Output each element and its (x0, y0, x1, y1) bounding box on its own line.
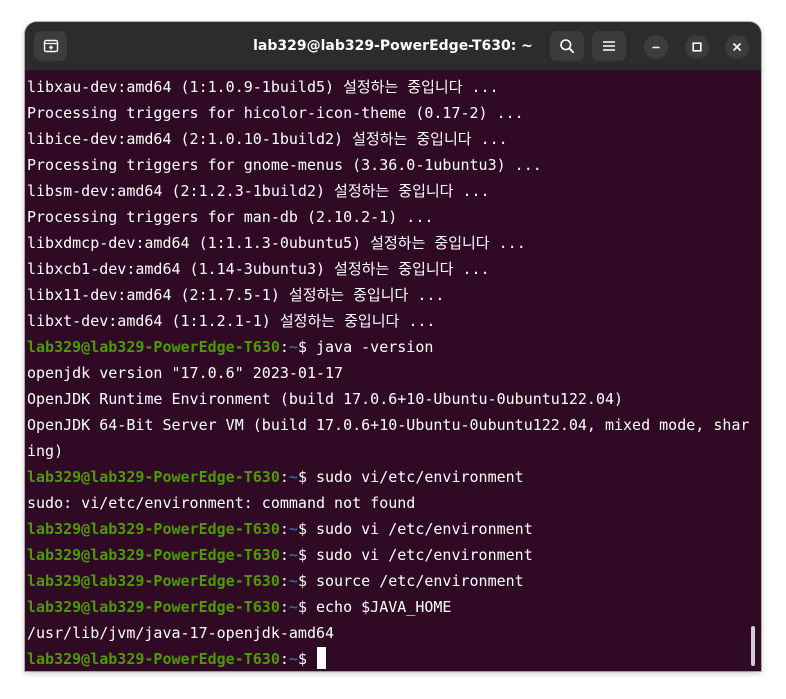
prompt-line: lab329@lab329-PowerEdge-T630:~$ sudo vi … (27, 542, 761, 568)
title-bar: lab329@lab329-PowerEdge-T630: ~ (25, 22, 761, 71)
output-line: Processing triggers for gnome-menus (3.3… (27, 152, 761, 178)
prompt-path: ~ (288, 546, 298, 564)
prompt-separator: : (279, 468, 289, 486)
maximize-icon (692, 42, 702, 52)
prompt-line: lab329@lab329-PowerEdge-T630:~$ sudo vi … (27, 516, 761, 542)
search-button[interactable] (550, 31, 584, 61)
minimize-button[interactable] (644, 35, 668, 59)
text-cursor (317, 647, 326, 669)
prompt-symbol: $ (297, 546, 307, 564)
output-line: OpenJDK Runtime Environment (build 17.0.… (27, 386, 761, 412)
output-line: libx11-dev:amd64 (2:1.7.5-1) 설정하는 중입니다 .… (27, 282, 761, 308)
output-line: ing) (27, 438, 761, 464)
prompt-path: ~ (288, 520, 298, 538)
output-text: libxdmcp-dev:amd64 (1:1.1.3-0ubuntu5) 설정… (27, 234, 526, 252)
output-line: OpenJDK 64-Bit Server VM (build 17.0.6+1… (27, 412, 761, 438)
prompt-user-host: lab329@lab329-PowerEdge-T630 (27, 546, 280, 564)
output-text: Processing triggers for gnome-menus (3.3… (27, 156, 542, 174)
prompt-separator: : (279, 338, 289, 356)
output-text: libxt-dev:amd64 (1:1.2.1-1) 설정하는 중입니다 ..… (27, 312, 436, 330)
output-line: libxau-dev:amd64 (1:1.0.9-1build5) 설정하는 … (27, 74, 761, 100)
command-text: sudo vi /etc/environment (306, 546, 533, 564)
prompt-symbol: $ (297, 650, 307, 668)
prompt-path: ~ (288, 598, 298, 616)
prompt-user-host: lab329@lab329-PowerEdge-T630 (27, 468, 280, 486)
close-icon (732, 42, 742, 52)
scrollbar[interactable] (751, 626, 755, 666)
maximize-button[interactable] (685, 35, 709, 59)
output-line: libxt-dev:amd64 (1:1.2.1-1) 설정하는 중입니다 ..… (27, 308, 761, 334)
minimize-icon (652, 46, 660, 49)
output-text: openjdk version "17.0.6" 2023-01-17 (27, 364, 344, 382)
output-line: openjdk version "17.0.6" 2023-01-17 (27, 360, 761, 386)
prompt-separator: : (279, 572, 289, 590)
output-line: libxdmcp-dev:amd64 (1:1.1.3-0ubuntu5) 설정… (27, 230, 761, 256)
search-icon (560, 39, 575, 54)
output-line: sudo: vi/etc/environment: command not fo… (27, 490, 761, 516)
output-line: Processing triggers for man-db (2.10.2-1… (27, 204, 761, 230)
prompt-path: ~ (288, 338, 298, 356)
prompt-symbol: $ (297, 468, 307, 486)
terminal-output[interactable]: libxau-dev:amd64 (1:1.0.9-1build5) 설정하는 … (25, 70, 761, 671)
prompt-path: ~ (288, 572, 298, 590)
output-text: libxau-dev:amd64 (1:1.0.9-1build5) 설정하는 … (27, 78, 499, 96)
prompt-separator: : (279, 650, 289, 668)
prompt-user-host: lab329@lab329-PowerEdge-T630 (27, 338, 280, 356)
prompt-separator: : (279, 598, 289, 616)
prompt-separator: : (279, 546, 289, 564)
close-button[interactable] (725, 35, 749, 59)
output-line: libice-dev:amd64 (2:1.0.10-1build2) 설정하는… (27, 126, 761, 152)
command-text: sudo vi/etc/environment (306, 468, 524, 486)
output-text: Processing triggers for man-db (2.10.2-1… (27, 208, 434, 226)
command-text: source /etc/environment (306, 572, 524, 590)
output-text: libice-dev:amd64 (2:1.0.10-1build2) 설정하는… (27, 130, 508, 148)
prompt-user-host: lab329@lab329-PowerEdge-T630 (27, 572, 280, 590)
command-text: echo $JAVA_HOME (306, 598, 452, 616)
prompt-separator: : (279, 520, 289, 538)
output-text: OpenJDK 64-Bit Server VM (build 17.0.6+1… (27, 416, 750, 434)
terminal-window: lab329@lab329-PowerEdge-T630: ~ libxau-d… (25, 22, 761, 671)
prompt-path: ~ (288, 650, 298, 668)
prompt-line: lab329@lab329-PowerEdge-T630:~$ source /… (27, 568, 761, 594)
output-text: libsm-dev:amd64 (2:1.2.3-1build2) 설정하는 중… (27, 182, 490, 200)
output-text: sudo: vi/etc/environment: command not fo… (27, 494, 416, 512)
command-text: java -version (306, 338, 434, 356)
output-text: libx11-dev:amd64 (2:1.7.5-1) 설정하는 중입니다 .… (27, 286, 445, 304)
prompt-line: lab329@lab329-PowerEdge-T630:~$ java -ve… (27, 334, 761, 360)
output-line: /usr/lib/jvm/java-17-openjdk-amd64 (27, 620, 761, 646)
command-text: sudo vi /etc/environment (306, 520, 533, 538)
command-text (307, 650, 316, 668)
prompt-line: lab329@lab329-PowerEdge-T630:~$ sudo vi/… (27, 464, 761, 490)
prompt-symbol: $ (297, 598, 307, 616)
output-line: libxcb1-dev:amd64 (1.14-3ubuntu3) 설정하는 중… (27, 256, 761, 282)
output-text: libxcb1-dev:amd64 (1.14-3ubuntu3) 설정하는 중… (27, 260, 490, 278)
menu-button[interactable] (592, 31, 626, 61)
output-text: OpenJDK Runtime Environment (build 17.0.… (27, 390, 624, 408)
output-line: libsm-dev:amd64 (2:1.2.3-1build2) 설정하는 중… (27, 178, 761, 204)
output-text: ing) (27, 442, 64, 460)
prompt-line: lab329@lab329-PowerEdge-T630:~$ echo $JA… (27, 594, 761, 620)
prompt-user-host: lab329@lab329-PowerEdge-T630 (27, 520, 280, 538)
prompt-symbol: $ (297, 338, 307, 356)
output-line: Processing triggers for hicolor-icon-the… (27, 100, 761, 126)
prompt-user-host: lab329@lab329-PowerEdge-T630 (27, 650, 280, 668)
prompt-path: ~ (288, 468, 298, 486)
output-text: /usr/lib/jvm/java-17-openjdk-amd64 (27, 624, 335, 642)
output-text: Processing triggers for hicolor-icon-the… (27, 104, 524, 122)
prompt-symbol: $ (297, 572, 307, 590)
prompt-line: lab329@lab329-PowerEdge-T630:~$ (27, 646, 761, 671)
prompt-user-host: lab329@lab329-PowerEdge-T630 (27, 598, 280, 616)
hamburger-menu-icon (603, 41, 615, 51)
prompt-symbol: $ (297, 520, 307, 538)
